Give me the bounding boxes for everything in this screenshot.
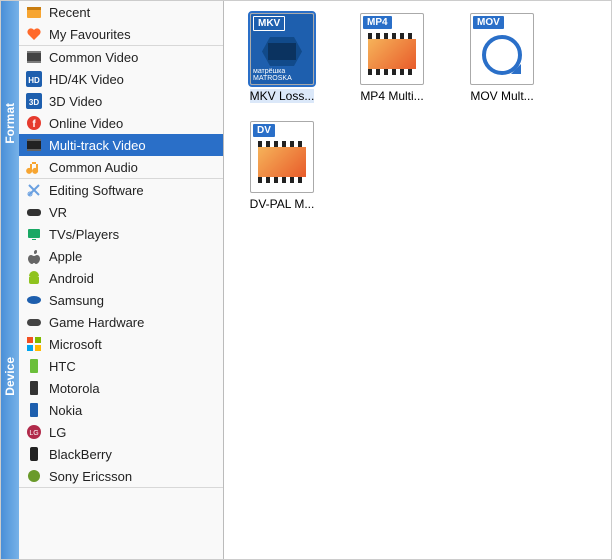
bb-icon bbox=[25, 445, 43, 463]
file-label: MOV Mult... bbox=[470, 89, 533, 103]
sidebar-item-lg[interactable]: LG LG bbox=[19, 421, 223, 443]
file-item[interactable]: MKVматрёшка MATROSKA MKV Loss... bbox=[232, 9, 332, 107]
sidebar: Recent My Favourites Common Video HD HD/4K V… bbox=[19, 1, 224, 559]
hd-icon: HD bbox=[25, 70, 43, 88]
audio-icon bbox=[25, 158, 43, 176]
sidebar-item-label: Common Audio bbox=[49, 160, 138, 175]
3d-icon: 3D bbox=[25, 92, 43, 110]
sidebar-item-bb[interactable]: BlackBerry bbox=[19, 443, 223, 465]
file-grid: MKVматрёшка MATROSKA MKV Loss... MP4 MP4 Mu… bbox=[224, 1, 611, 559]
tv-icon bbox=[25, 225, 43, 243]
file-thumbnail: MP4 bbox=[360, 13, 424, 85]
sidebar-item-game[interactable]: Game Hardware bbox=[19, 311, 223, 333]
sidebar-item-label: My Favourites bbox=[49, 27, 131, 42]
online-icon: f bbox=[25, 114, 43, 132]
sidebar-item-ms[interactable]: Microsoft bbox=[19, 333, 223, 355]
sidebar-item-label: 3D Video bbox=[49, 94, 102, 109]
sidebar-item-label: LG bbox=[49, 425, 66, 440]
sidebar-item-film[interactable]: Common Video bbox=[19, 46, 223, 68]
sidebar-item-label: Samsung bbox=[49, 293, 104, 308]
sidebar-item-label: BlackBerry bbox=[49, 447, 112, 462]
sidebar-item-label: Apple bbox=[49, 249, 82, 264]
sidebar-item-label: Multi-track Video bbox=[49, 138, 146, 153]
recent-icon bbox=[25, 3, 43, 21]
sidebar-item-3d[interactable]: 3D 3D Video bbox=[19, 90, 223, 112]
sidebar-item-recent[interactable]: Recent bbox=[19, 1, 223, 23]
multi-icon bbox=[25, 136, 43, 154]
file-label: MKV Loss... bbox=[250, 89, 315, 103]
heart-icon bbox=[25, 25, 43, 43]
sidebar-item-hd[interactable]: HD HD/4K Video bbox=[19, 68, 223, 90]
sidebar-item-label: TVs/Players bbox=[49, 227, 119, 242]
scissors-icon bbox=[25, 181, 43, 199]
file-item[interactable]: DV DV-PAL M... bbox=[232, 117, 332, 215]
sidebar-item-sony[interactable]: Sony Ericsson bbox=[19, 465, 223, 487]
sidebar-item-label: Recent bbox=[49, 5, 90, 20]
svg-text:HD: HD bbox=[28, 76, 40, 85]
svg-text:LG: LG bbox=[29, 430, 38, 437]
game-icon bbox=[25, 313, 43, 331]
format-badge: MOV bbox=[473, 16, 504, 29]
sidebar-item-label: Game Hardware bbox=[49, 315, 144, 330]
file-item[interactable]: MP4 MP4 Multi... bbox=[342, 9, 442, 107]
sidebar-group-device: Editing Software VR TVs/Players Apple Androi… bbox=[19, 179, 223, 488]
format-badge: MP4 bbox=[363, 16, 392, 29]
android-icon bbox=[25, 269, 43, 287]
rail-device-label: Device bbox=[3, 353, 17, 400]
file-label: DV-PAL M... bbox=[250, 197, 315, 211]
lg-icon: LG bbox=[25, 423, 43, 441]
sidebar-item-label: Microsoft bbox=[49, 337, 102, 352]
sidebar-item-nokia[interactable]: Nokia bbox=[19, 399, 223, 421]
sidebar-item-online[interactable]: f Online Video bbox=[19, 112, 223, 134]
sidebar-item-audio[interactable]: Common Audio bbox=[19, 156, 223, 178]
sidebar-item-vr[interactable]: VR bbox=[19, 201, 223, 223]
svg-text:3D: 3D bbox=[29, 98, 39, 107]
sidebar-item-apple[interactable]: Apple bbox=[19, 245, 223, 267]
sidebar-item-htc[interactable]: HTC bbox=[19, 355, 223, 377]
sidebar-item-scissors[interactable]: Editing Software bbox=[19, 179, 223, 201]
format-badge: MKV bbox=[253, 16, 285, 31]
file-label: MP4 Multi... bbox=[360, 89, 423, 103]
sidebar-item-label: VR bbox=[49, 205, 67, 220]
moto-icon bbox=[25, 379, 43, 397]
rail-format[interactable]: Format bbox=[1, 53, 19, 193]
sidebar-item-multi[interactable]: Multi-track Video bbox=[19, 134, 223, 156]
sidebar-item-tv[interactable]: TVs/Players bbox=[19, 223, 223, 245]
sidebar-item-label: Common Video bbox=[49, 50, 138, 65]
format-badge: DV bbox=[253, 124, 275, 137]
file-thumbnail: MOV bbox=[470, 13, 534, 85]
sidebar-item-label: HD/4K Video bbox=[49, 72, 124, 87]
rail-format-label: Format bbox=[3, 99, 17, 148]
file-thumbnail: DV bbox=[250, 121, 314, 193]
htc-icon bbox=[25, 357, 43, 375]
sidebar-group-pinned: Recent My Favourites bbox=[19, 1, 223, 46]
file-item[interactable]: MOV MOV Mult... bbox=[452, 9, 552, 107]
sidebar-item-samsung[interactable]: Samsung bbox=[19, 289, 223, 311]
sidebar-item-android[interactable]: Android bbox=[19, 267, 223, 289]
apple-icon bbox=[25, 247, 43, 265]
sidebar-item-label: Motorola bbox=[49, 381, 100, 396]
sidebar-item-moto[interactable]: Motorola bbox=[19, 377, 223, 399]
file-thumbnail: MKVматрёшка MATROSKA bbox=[250, 13, 314, 85]
sidebar-item-label: Sony Ericsson bbox=[49, 469, 132, 484]
nokia-icon bbox=[25, 401, 43, 419]
sidebar-group-format: Common Video HD HD/4K Video 3D 3D Video f Onli… bbox=[19, 46, 223, 179]
sidebar-item-label: Editing Software bbox=[49, 183, 144, 198]
sidebar-item-heart[interactable]: My Favourites bbox=[19, 23, 223, 45]
sidebar-item-label: Android bbox=[49, 271, 94, 286]
sidebar-item-label: HTC bbox=[49, 359, 76, 374]
film-icon bbox=[25, 48, 43, 66]
ms-icon bbox=[25, 335, 43, 353]
sony-icon bbox=[25, 467, 43, 485]
category-rail: Format Device bbox=[1, 1, 19, 559]
sidebar-item-label: Nokia bbox=[49, 403, 82, 418]
vr-icon bbox=[25, 203, 43, 221]
sidebar-item-label: Online Video bbox=[49, 116, 123, 131]
samsung-icon bbox=[25, 291, 43, 309]
rail-device[interactable]: Device bbox=[1, 193, 19, 559]
